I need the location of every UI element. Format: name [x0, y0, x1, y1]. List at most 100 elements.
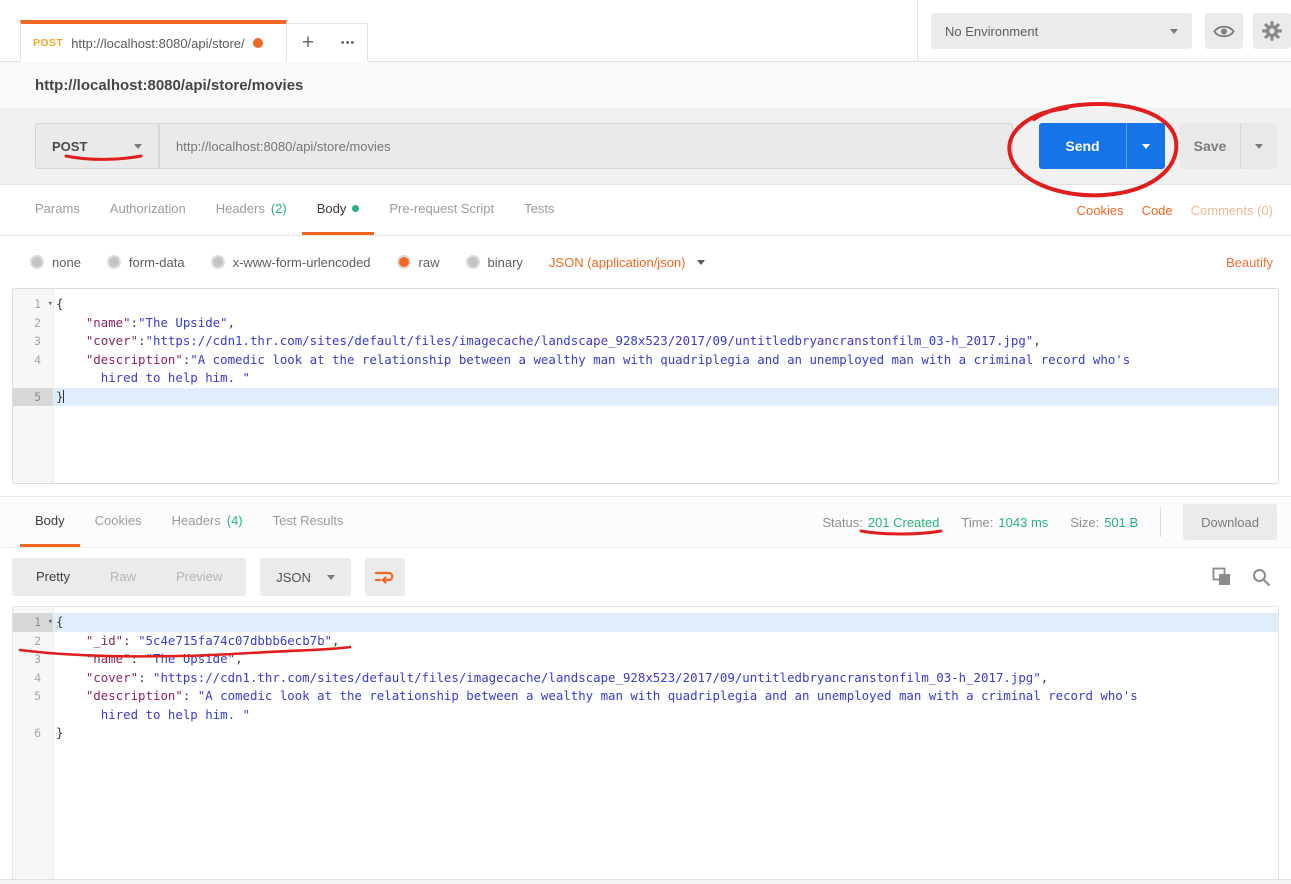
download-button[interactable]: Download	[1183, 504, 1277, 540]
comments-0-link[interactable]: Comments (0)	[1191, 203, 1273, 218]
body-type-form-data[interactable]: form-data	[107, 255, 185, 270]
code-line: 2 "_id": "5c4e715fa74c07dbbb6ecb7b",	[13, 632, 1278, 651]
eye-icon	[1213, 24, 1235, 39]
line-number: 2	[13, 632, 53, 651]
settings-button[interactable]	[1253, 13, 1291, 49]
beautify-link[interactable]: Beautify	[1226, 255, 1291, 270]
tab-method-badge: POST	[33, 37, 63, 49]
request-tab[interactable]: POST http://localhost:8080/api/store/	[20, 20, 287, 62]
body-type-raw[interactable]: raw	[397, 255, 440, 270]
tab-headers[interactable]: Headers(4)	[157, 497, 258, 547]
meta-value: 201 Created	[868, 515, 940, 530]
body-type-radios: none form-data x-www-form-urlencoded raw bin…	[30, 255, 523, 270]
code-line: 2 "name":"The Upside",	[13, 314, 1278, 333]
line-number-text: 3	[34, 334, 41, 348]
line-number-text: 2	[34, 316, 41, 330]
postman-window: POST http://localhost:8080/api/store/ + …	[0, 0, 1291, 884]
fold-arrow-icon[interactable]: ▾	[48, 613, 53, 632]
size-meta: Size:501 B	[1070, 515, 1138, 530]
line-number-text: 5	[34, 390, 41, 404]
text-cursor-icon	[63, 390, 64, 403]
meta-label: Status:	[822, 515, 862, 530]
environment-select[interactable]: No Environment	[931, 13, 1192, 49]
line-number: 5	[13, 388, 53, 407]
chevron-down-icon	[327, 575, 335, 580]
body-type-row: none form-data x-www-form-urlencoded raw bin…	[0, 236, 1291, 288]
tab-label: Authorization	[110, 201, 186, 216]
line-number: 2	[13, 314, 53, 333]
tab-pre-request-script[interactable]: Pre-request Script	[374, 185, 509, 235]
tab-body[interactable]: Body	[302, 185, 375, 235]
tab-authorization[interactable]: Authorization	[95, 185, 201, 235]
radio-label: raw	[419, 255, 440, 270]
content-type-select[interactable]: JSON (application/json)	[549, 255, 706, 270]
radio-unselected-icon	[107, 255, 121, 269]
wrap-text-icon	[374, 569, 395, 586]
send-button[interactable]: Send	[1039, 123, 1165, 169]
code-text: "name": "The Upside",	[53, 650, 1278, 669]
request-title-row: http://localhost:8080/api/store/movies	[0, 62, 1291, 108]
send-options-caret[interactable]	[1126, 123, 1165, 169]
tab-headers[interactable]: Headers(2)	[201, 185, 302, 235]
search-icon[interactable]	[1252, 568, 1271, 587]
chevron-down-icon	[697, 260, 705, 265]
tab-body[interactable]: Body	[20, 497, 80, 547]
code-text: "description": "A comedic look at the re…	[53, 687, 1278, 724]
save-options-caret[interactable]	[1240, 123, 1277, 169]
gear-icon	[1261, 20, 1283, 42]
environment-preview-button[interactable]	[1205, 13, 1243, 49]
save-button[interactable]: Save	[1180, 123, 1277, 169]
tab-label: Headers	[172, 513, 221, 528]
code-link[interactable]: Code	[1142, 203, 1173, 218]
line-number: 3	[13, 650, 53, 669]
method-label: POST	[52, 139, 87, 154]
code-text: {	[53, 295, 1278, 314]
code-text: "cover": "https://cdn1.thr.com/sites/def…	[53, 669, 1278, 688]
tab-cookies[interactable]: Cookies	[80, 497, 157, 547]
wrap-lines-button[interactable]	[365, 558, 405, 596]
response-editor-lines: 1▾{2 "_id": "5c4e715fa74c07dbbb6ecb7b",3…	[13, 607, 1278, 743]
tab-count: (2)	[271, 201, 287, 216]
radio-unselected-icon	[30, 255, 44, 269]
radio-label: none	[52, 255, 81, 270]
code-line: 6}	[13, 724, 1278, 743]
line-number: 3	[13, 332, 53, 351]
fold-arrow-icon[interactable]: ▾	[48, 295, 53, 314]
url-input[interactable]	[159, 123, 1013, 169]
environment-label: No Environment	[945, 24, 1038, 39]
tab-options-button[interactable]: •••	[329, 23, 368, 62]
code-text: {	[53, 613, 1278, 632]
time-meta: Time:1043 ms	[961, 515, 1048, 530]
request-links: Cookies Code Comments (0)	[1077, 185, 1291, 235]
body-type-binary[interactable]: binary	[466, 255, 523, 270]
view-tab-preview[interactable]: Preview	[156, 558, 242, 596]
body-type-x-www-form-urlencoded[interactable]: x-www-form-urlencoded	[211, 255, 371, 270]
radio-selected-icon	[397, 255, 411, 269]
window-bottom-edge	[0, 879, 1291, 884]
method-select[interactable]: POST	[35, 123, 159, 169]
tab-label: Body	[317, 201, 347, 216]
new-tab-button[interactable]: +	[287, 23, 330, 62]
status-meta: Status: 201 Created	[822, 515, 939, 530]
meta-value: 1043 ms	[998, 515, 1048, 530]
cookies-link[interactable]: Cookies	[1077, 203, 1124, 218]
tab-tests[interactable]: Tests	[509, 185, 569, 235]
line-number: 6	[13, 724, 53, 743]
tab-test-results[interactable]: Test Results	[258, 497, 359, 547]
code-text: "name":"The Upside",	[53, 314, 1278, 333]
response-toolbar: PrettyRawPreview JSON	[0, 548, 1291, 606]
response-format-select[interactable]: JSON	[260, 558, 351, 596]
view-tab-raw[interactable]: Raw	[90, 558, 156, 596]
body-type-none[interactable]: none	[30, 255, 81, 270]
code-text: }	[53, 388, 1278, 407]
tab-params[interactable]: Params	[20, 185, 95, 235]
code-text: }	[53, 724, 1278, 743]
code-text: "cover":"https://cdn1.thr.com/sites/defa…	[53, 332, 1278, 351]
top-tab-bar: POST http://localhost:8080/api/store/ + …	[0, 0, 1291, 62]
request-body-editor[interactable]: 1▾{2 "name":"The Upside",3 "cover":"http…	[12, 288, 1279, 484]
line-number-text: 3	[34, 652, 41, 666]
chevron-down-icon	[1170, 29, 1178, 34]
copy-icon[interactable]	[1212, 567, 1232, 587]
response-body-editor[interactable]: 1▾{2 "_id": "5c4e715fa74c07dbbb6ecb7b",3…	[12, 606, 1279, 881]
view-tab-pretty[interactable]: Pretty	[16, 558, 90, 596]
